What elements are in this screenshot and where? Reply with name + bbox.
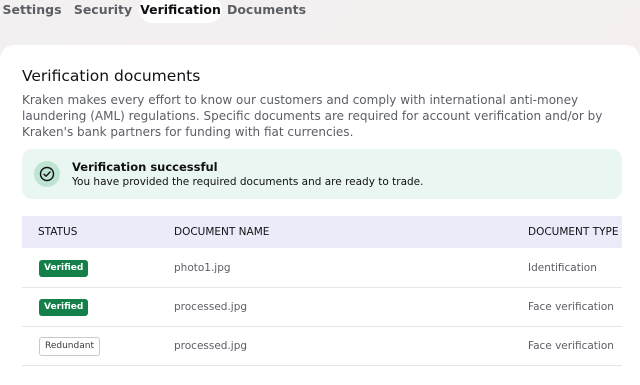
- header-document-name: DOCUMENT NAME: [174, 226, 270, 238]
- section-description: Kraken makes every effort to know our cu…: [22, 93, 603, 139]
- table-row: Redundant processed.jpg Face verificatio…: [22, 326, 622, 366]
- header-document-type: DOCUMENT TYPE: [528, 226, 619, 238]
- header-status: STATUS: [38, 226, 78, 238]
- tab-verification[interactable]: Verification: [139, 0, 222, 23]
- document-name: processed.jpg: [174, 340, 248, 352]
- document-type: Face verification: [528, 340, 614, 352]
- document-type: Identification: [528, 262, 597, 274]
- tab-bar: Settings Security Verification Documents: [0, 0, 640, 24]
- table-row: Verified photo1.jpg Identification: [22, 248, 622, 288]
- status-badge: Redundant: [39, 336, 100, 356]
- success-alert: Verification successful You have provide…: [22, 149, 622, 199]
- table-row: Verified processed.jpg Face verification: [22, 287, 622, 327]
- alert-title: Verification successful: [72, 160, 218, 174]
- tab-label: Security: [73, 2, 133, 17]
- status-badge: Verified: [39, 298, 89, 316]
- section-title: Verification documents: [22, 67, 201, 85]
- tab-documents[interactable]: Documents: [226, 0, 307, 23]
- tab-label: Verification: [140, 2, 221, 17]
- table-header: STATUS DOCUMENT NAME DOCUMENT TYPE: [22, 216, 622, 248]
- check-circle-icon: [34, 161, 60, 187]
- document-name: processed.jpg: [174, 301, 248, 313]
- document-name: photo1.jpg: [174, 262, 231, 274]
- document-type: Face verification: [528, 301, 614, 313]
- alert-text: You have provided the required documents…: [72, 176, 424, 188]
- tab-label: Documents: [226, 2, 307, 17]
- tab-settings[interactable]: Settings: [2, 0, 62, 23]
- status-badge: Verified: [39, 259, 89, 277]
- tab-security[interactable]: Security: [72, 0, 134, 23]
- tab-label: Settings: [2, 2, 62, 17]
